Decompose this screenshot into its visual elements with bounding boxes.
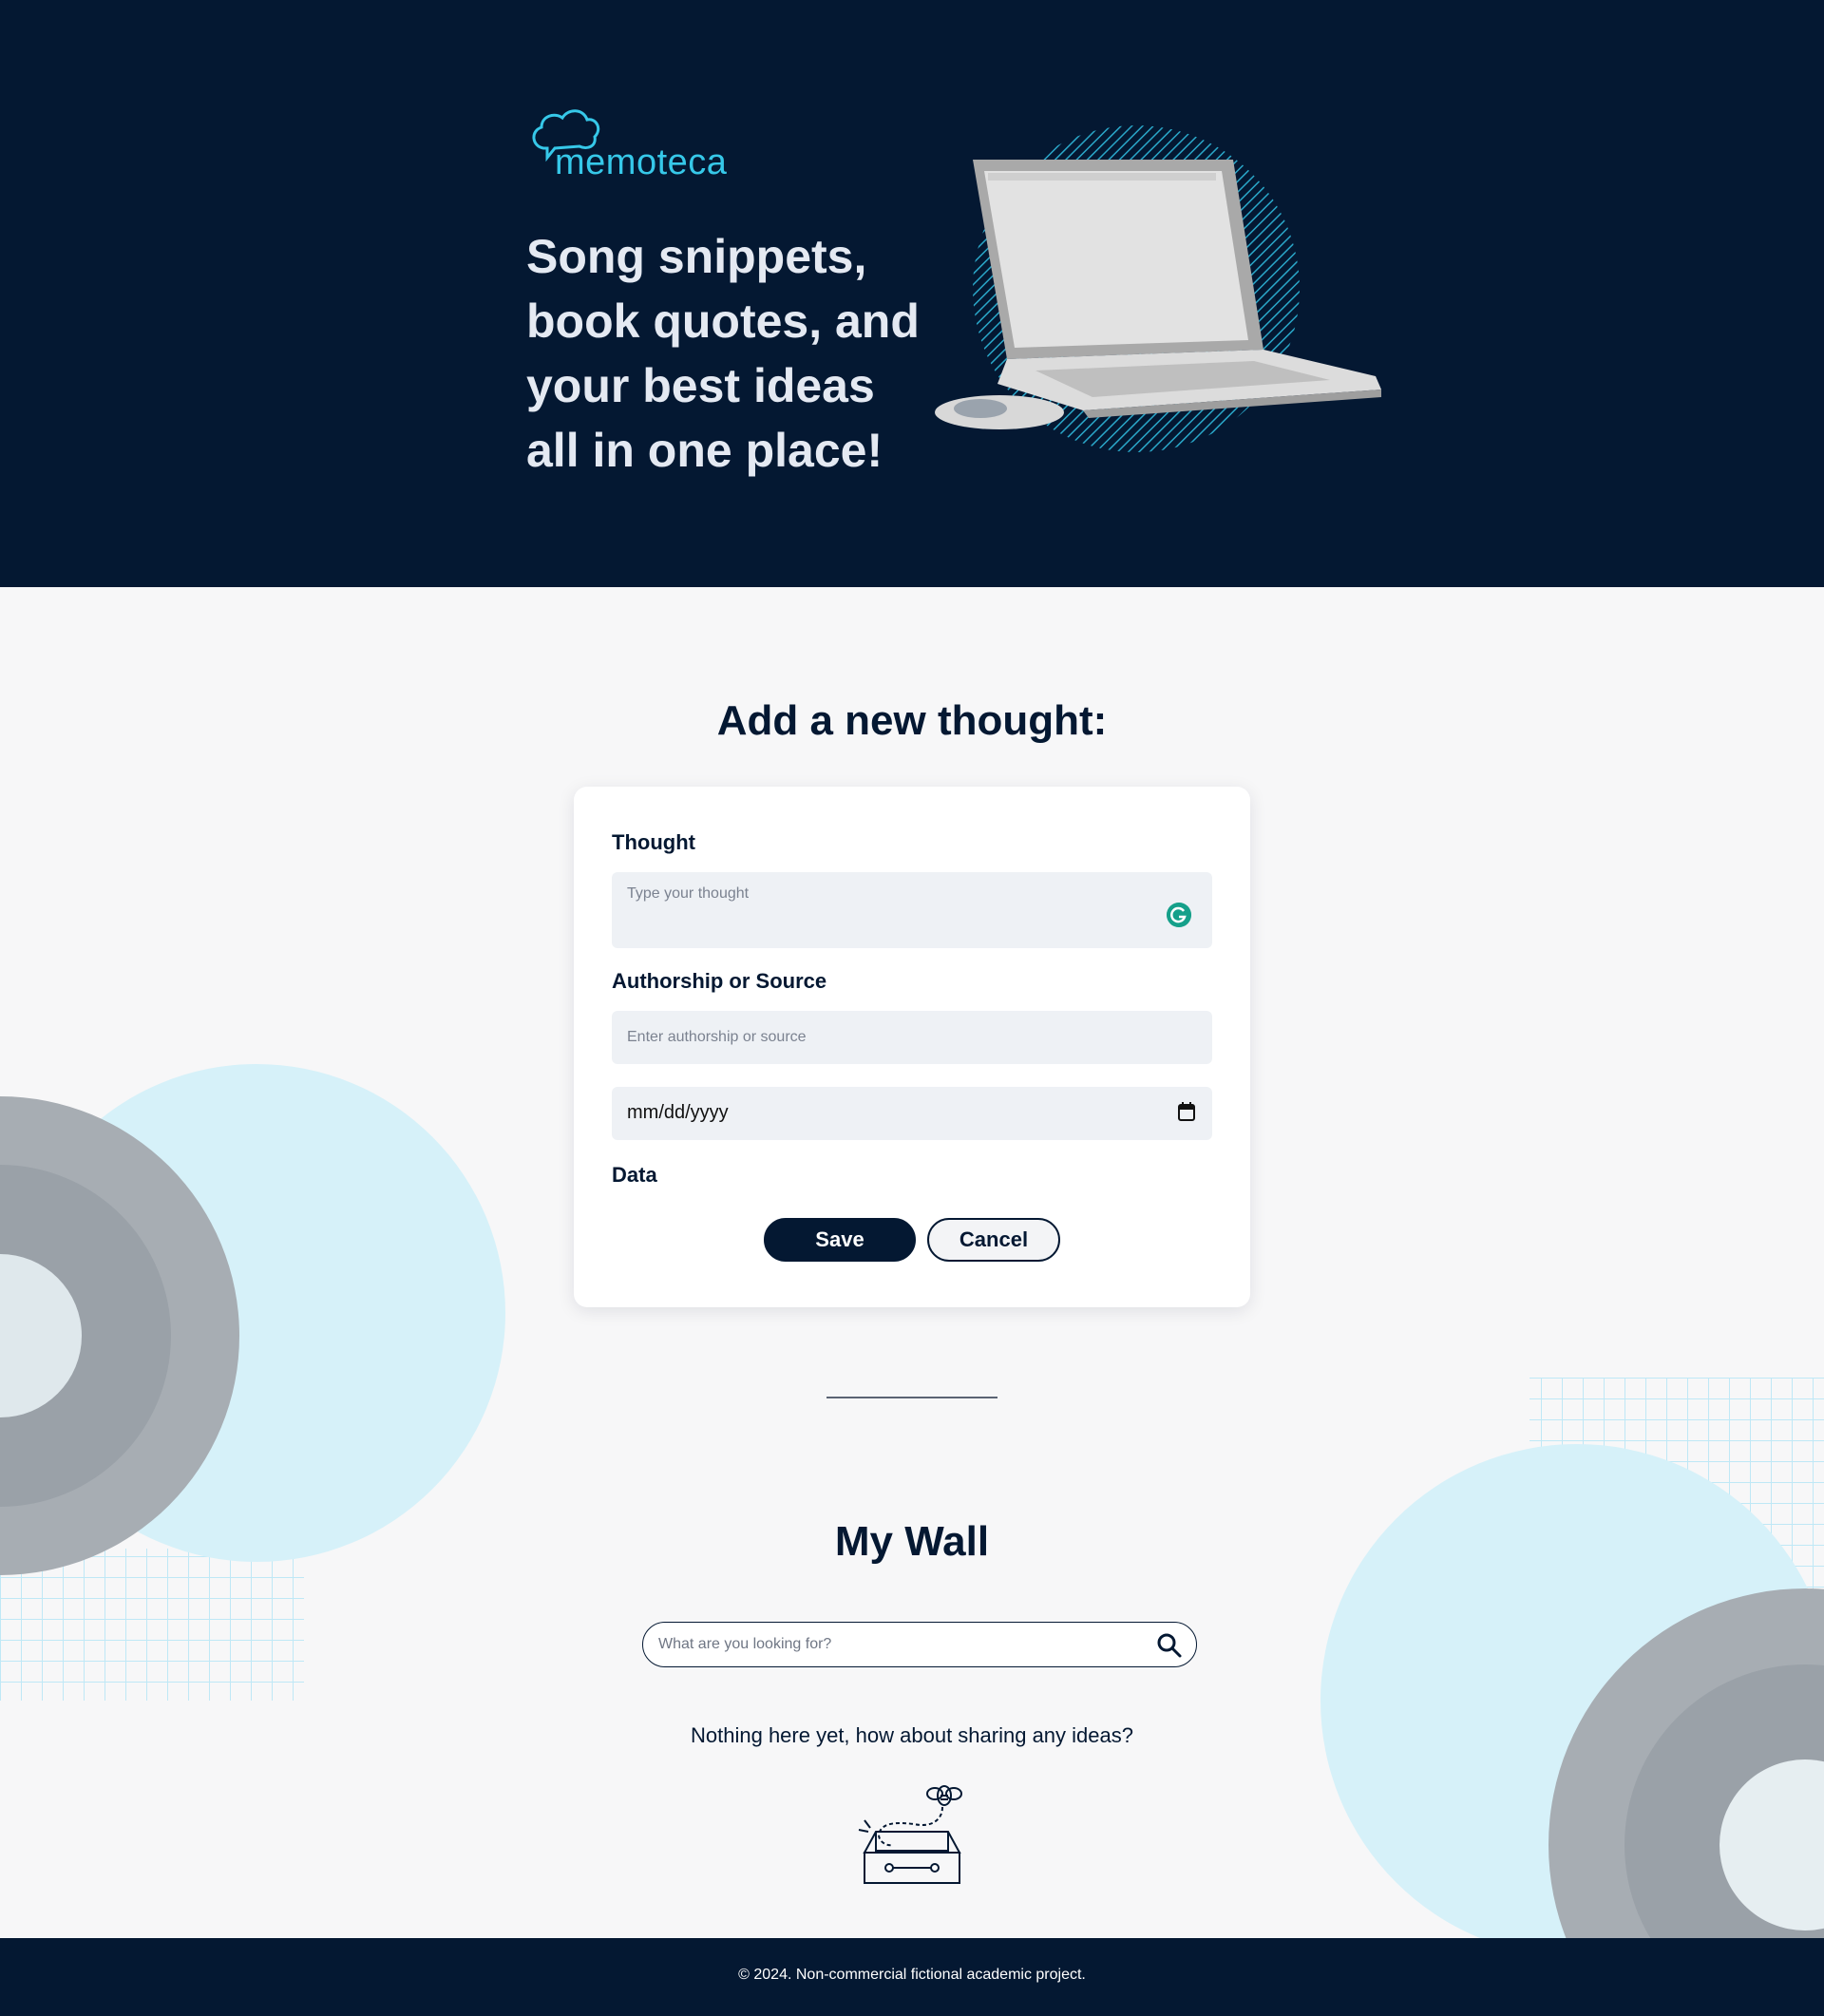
wall-title: My Wall [834,1518,990,1565]
author-placeholder: Enter authorship or source [627,1029,807,1045]
tagline-line-3: your best ideas [526,359,875,412]
brand-name[interactable]: memoteca [555,143,727,183]
vinyl-decoration-right [1320,1378,1824,1938]
thought-placeholder: Type your thought [627,885,750,902]
date-input[interactable]: mm/dd/yyyy [612,1087,1212,1140]
search-placeholder: What are you looking for? [658,1636,832,1652]
footer-text: © 2024. Non-commercial fictional academi… [738,1967,1086,1983]
thought-form: Thought Type your thought Authorship or … [574,787,1250,1307]
empty-wall-message: Nothing here yet, how about sharing any … [691,1723,1133,1747]
calendar-icon[interactable] [1178,1102,1195,1121]
empty-box-bee-icon [858,1785,962,1884]
date-label: Data [612,1163,657,1187]
author-label: Authorship or Source [612,969,827,993]
search-icon[interactable] [1156,1632,1183,1659]
form-title: Add a new thought: [716,697,1108,744]
hero-header: memoteca Song snippets, book quotes, and… [0,0,1824,587]
save-button[interactable]: Save [764,1218,916,1262]
thought-label: Thought [612,830,695,854]
section-divider [826,1397,998,1398]
search-input[interactable]: What are you looking for? [642,1622,1197,1667]
author-input[interactable]: Enter authorship or source [612,1011,1212,1064]
cancel-button[interactable]: Cancel [927,1218,1060,1262]
tagline-line-4: all in one place! [526,424,884,477]
thought-input[interactable]: Type your thought [612,872,1212,948]
tagline-line-2: book quotes, and [526,295,920,348]
laptop-illustration [935,125,1381,452]
date-value: mm/dd/yyyy [627,1102,729,1123]
vinyl-decoration-left [0,1064,505,1701]
footer: © 2024. Non-commercial fictional academi… [0,1938,1824,2016]
hero-tagline: Song snippets, book quotes, and your bes… [526,224,944,483]
grammarly-icon[interactable] [1167,903,1191,927]
tagline-line-1: Song snippets, [526,230,867,283]
